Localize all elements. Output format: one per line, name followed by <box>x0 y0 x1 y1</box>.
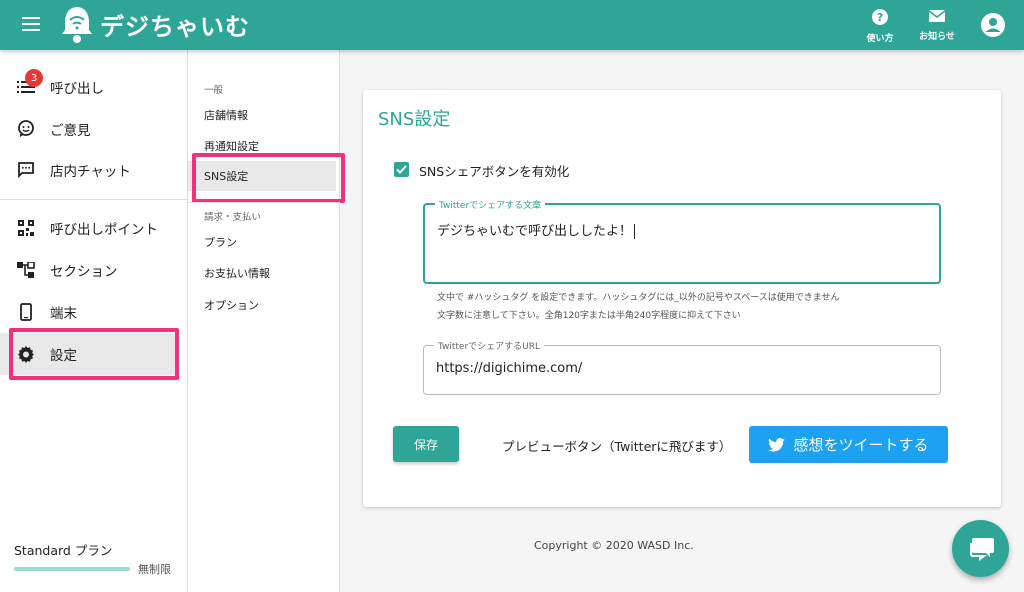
sidebar-item-devices[interactable]: 端末 <box>0 292 188 332</box>
app-name: デジちゃいむ <box>100 12 250 41</box>
subnav-item-payment[interactable]: お支払い情報 <box>188 258 340 288</box>
sns-highlight-box <box>192 153 345 203</box>
help-label: 使い方 <box>866 34 894 44</box>
sidebar-item-label: セクション <box>50 264 118 280</box>
tweet-text-value-wrap: デジちゃいむで呼び出ししたよ！ <box>437 220 636 239</box>
plan-name: Standard プラン <box>14 543 113 558</box>
sidebar-item-label: 店内チャット <box>50 164 131 180</box>
help-button[interactable]: ? 使い方 <box>862 8 898 44</box>
tweet-text-value: デジちゃいむで呼び出ししたよ！ <box>437 224 633 239</box>
sidebar-divider <box>0 199 188 200</box>
notifications-label: お知らせ <box>919 32 955 42</box>
qr-icon <box>16 218 36 238</box>
sidebar-item-sections[interactable]: セクション <box>0 250 188 290</box>
share-url-label: TwitterでシェアするURL <box>434 339 545 352</box>
plan-limit: 無制限 <box>138 563 171 576</box>
account-avatar[interactable] <box>980 12 1006 42</box>
feedback-icon <box>16 119 36 139</box>
section-icon <box>16 260 36 280</box>
sidebar-item-label: 呼び出し <box>50 81 104 97</box>
help-icon: ? <box>872 9 888 25</box>
check-icon <box>396 165 407 174</box>
sidebar-item-label: ご意見 <box>50 123 91 139</box>
sns-settings-card: SNS設定 SNSシェアボタンを有効化 Twitterでシェアする文章 デジちゃ… <box>363 90 1001 507</box>
text-caret <box>634 224 636 239</box>
menu-icon[interactable] <box>22 17 40 31</box>
settings-subnav: 一般 店舗情報 再通知設定 SNS設定 請求・支払い プラン お支払い情報 オプ… <box>188 50 345 592</box>
chat-icon <box>16 160 36 180</box>
tweet-text-label: Twitterでシェアする文章 <box>435 198 546 211</box>
sidebar-item-feedback[interactable]: ご意見 <box>0 109 188 149</box>
subnav-item-plan[interactable]: プラン <box>188 227 340 257</box>
calls-count-badge: 3 <box>25 69 43 87</box>
subnav-heading-general: 一般 <box>204 85 224 96</box>
tweet-preview-button[interactable]: 感想をツイートする <box>749 426 948 463</box>
tweet-text-field[interactable]: Twitterでシェアする文章 デジちゃいむで呼び出ししたよ！ <box>423 198 941 284</box>
notifications-button[interactable]: お知らせ <box>914 8 960 42</box>
app-header: デジちゃいむ ? 使い方 お知らせ <box>0 0 1024 50</box>
enable-sns-checkbox[interactable] <box>394 162 409 177</box>
sidebar: 呼び出し 3 ご意見 店内チャット 呼び出しポイント セクション 端末 設定 S… <box>0 50 188 592</box>
share-url-value: https://digichime.com/ <box>436 361 583 376</box>
sidebar-item-store-chat[interactable]: 店内チャット <box>0 150 188 190</box>
subnav-item-store-info[interactable]: 店舗情報 <box>188 100 340 130</box>
settings-highlight-box <box>9 328 179 380</box>
copyright: Copyright © 2020 WASD Inc. <box>534 539 694 552</box>
phone-icon <box>16 302 36 322</box>
subnav-divider <box>188 202 340 203</box>
account-circle-icon <box>981 13 1005 37</box>
tweet-button-label: 感想をツイートする <box>793 436 929 454</box>
enable-sns-label[interactable]: SNSシェアボタンを有効化 <box>419 161 569 180</box>
sidebar-item-label: 端末 <box>50 306 77 322</box>
preview-label: プレビューボタン（Twitterに飛びます） <box>502 439 732 454</box>
bell-logo-icon <box>62 7 92 43</box>
svg-text:?: ? <box>877 11 883 24</box>
sidebar-item-call-points[interactable]: 呼び出しポイント <box>0 208 188 248</box>
hashtag-hint: 文中で #ハッシュタグ を設定できます。ハッシュタグには_以外の記号やスペースは… <box>437 293 840 303</box>
save-button[interactable]: 保存 <box>393 426 459 462</box>
twitter-bird-icon <box>768 437 786 452</box>
subnav-heading-billing: 請求・支払い <box>204 212 262 223</box>
app-logo[interactable]: デジちゃいむ <box>60 3 250 45</box>
page-title: SNS設定 <box>378 109 451 130</box>
share-url-field[interactable]: TwitterでシェアするURL https://digichime.com/ <box>423 339 941 395</box>
length-hint: 文字数に注意して下さい。全角120字または半角240字程度に抑えて下さい <box>437 311 741 321</box>
subnav-item-options[interactable]: オプション <box>188 290 340 320</box>
chat-bubble-icon <box>969 537 994 561</box>
plan-usage-bar <box>14 567 130 571</box>
sidebar-item-label: 呼び出しポイント <box>50 222 158 238</box>
mail-icon <box>928 10 946 22</box>
support-chat-button[interactable] <box>952 520 1009 577</box>
